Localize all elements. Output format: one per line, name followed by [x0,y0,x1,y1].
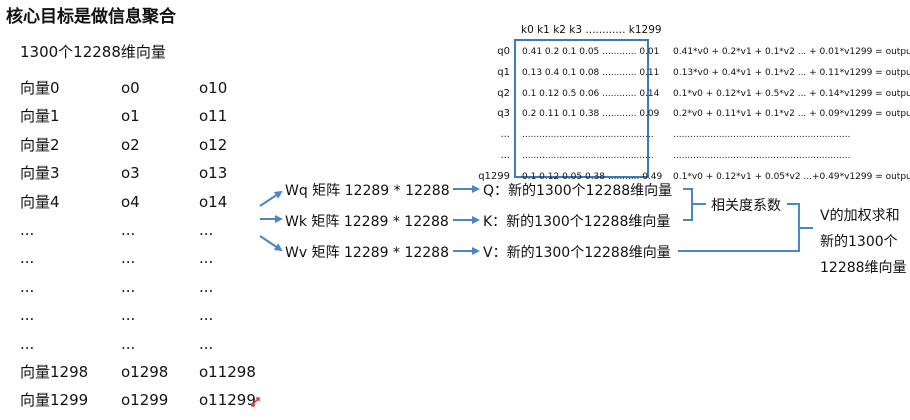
diagram-connectors [259,185,813,255]
qk-bracket [683,188,706,221]
result-bracket [678,203,813,252]
arrow-to-wq [259,190,283,207]
arrow-to-wv [259,235,283,252]
